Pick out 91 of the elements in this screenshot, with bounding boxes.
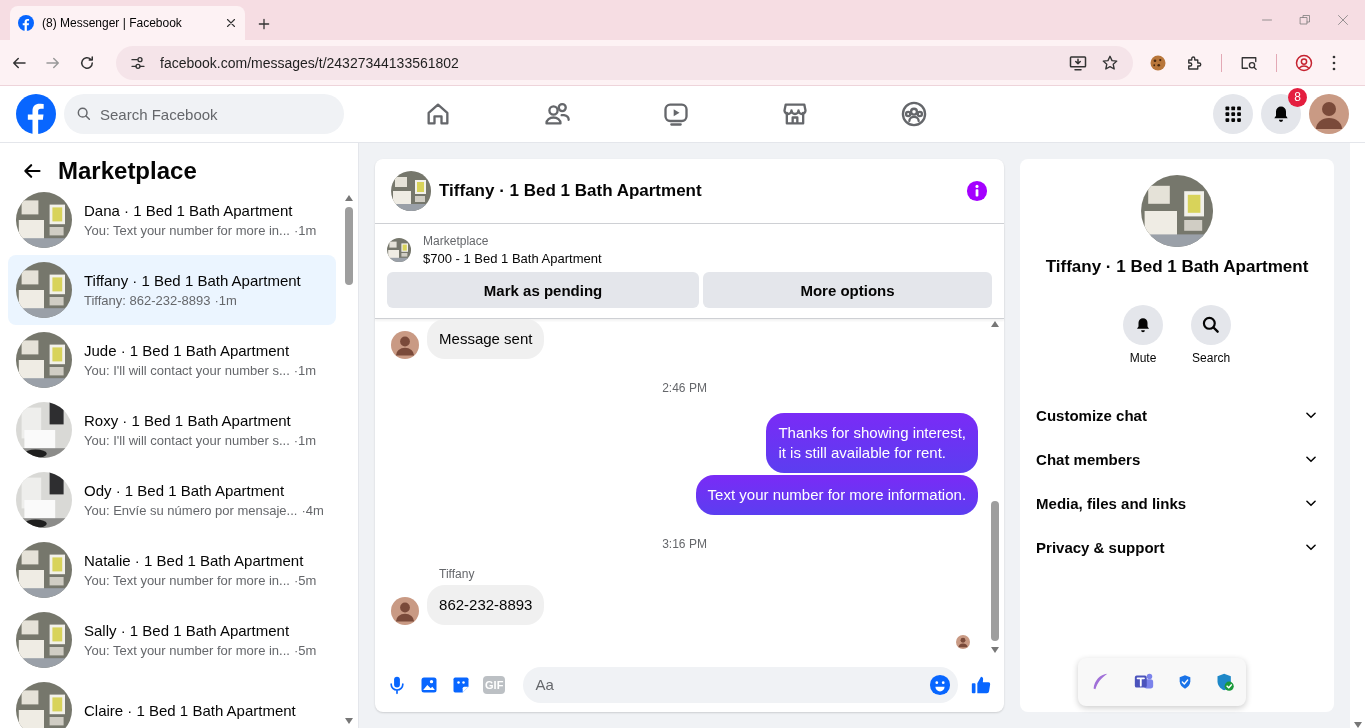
listing-title: $700 - 1 Bed 1 Bath Apartment	[423, 251, 602, 266]
reload-icon[interactable]	[78, 53, 96, 72]
message-timestamp: 3:16 PM	[662, 537, 707, 551]
scroll-down-icon	[345, 718, 354, 724]
scroll-down-icon	[1353, 722, 1362, 728]
scroll-up-icon	[345, 195, 354, 201]
conversation-name: Ody · 1 Bed 1 Bath Apartment	[84, 482, 286, 499]
scroll-down-icon	[991, 647, 1000, 653]
conversation-preview: You: Text your number for more in...	[84, 643, 290, 658]
conversation-name: Sally · 1 Bed 1 Bath Apartment	[84, 622, 291, 639]
conversation-name: Dana · 1 Bed 1 Bath Apartment	[84, 202, 294, 219]
conversation-preview: Tiffany: 862-232-8893	[84, 293, 211, 308]
scrollbar[interactable]	[1350, 143, 1365, 728]
read-receipt-icon	[956, 635, 971, 649]
conversation-item[interactable]: Ody · 1 Bed 1 Bath Apartment You: Envíe su número por mensaje... ·4m	[8, 465, 337, 535]
conversation-time: ·1m	[293, 223, 317, 238]
listing-source: Marketplace	[423, 234, 490, 248]
avatar-icon	[391, 597, 420, 625]
menu-button[interactable]	[1213, 94, 1253, 134]
conversation-name: Claire · 1 Bed 1 Bath Apartment	[84, 701, 296, 719]
conversation-preview: You: Text your number for more in...	[84, 573, 290, 588]
groups-icon[interactable]	[900, 100, 928, 128]
conversation-item[interactable]: Claire · 1 Bed 1 Bath Apartment	[8, 675, 337, 728]
conversation-preview: You: I'll will contact your number s...	[84, 433, 290, 448]
section-title[interactable]: Customize chat	[1036, 406, 1147, 424]
received-message: 862-232-8893	[427, 585, 545, 625]
message-timestamp: 2:46 PM	[662, 381, 707, 395]
scroll-up-icon	[991, 321, 1000, 327]
conversation-time: ·1m	[214, 293, 237, 308]
close-icon[interactable]	[225, 17, 237, 29]
cookie-icon[interactable]	[1149, 53, 1167, 72]
info-icon[interactable]	[966, 180, 989, 202]
conversation-name: Tiffany · 1 Bed 1 Bath Apartment	[84, 272, 301, 289]
profile-icon[interactable]	[1295, 53, 1313, 72]
scrollbar-thumb[interactable]	[345, 207, 354, 285]
facebook-logo-icon[interactable]	[16, 94, 56, 134]
star-icon[interactable]	[1101, 53, 1119, 72]
conversation-preview: You: Text your number for more in...	[84, 223, 290, 238]
section-title[interactable]: Privacy & support	[1036, 538, 1165, 556]
sent-message: Thanks for showing interest, it is still available for rent.	[766, 413, 979, 473]
sent-message: Text your number for more information.	[695, 475, 979, 515]
search-field[interactable]: Search Facebook	[64, 94, 344, 134]
action-button[interactable]: More options	[703, 272, 993, 308]
restore-icon[interactable]	[1299, 14, 1311, 26]
received-message: Message sent	[427, 319, 545, 359]
message-field[interactable]: Aa	[523, 666, 959, 703]
shield-icon[interactable]	[1177, 674, 1193, 690]
browser-tab[interactable]: (8) Messenger | Facebook	[10, 6, 245, 40]
conversation-time: ·1m	[293, 433, 317, 448]
sidebar-title: Marketplace	[58, 157, 197, 185]
contact-name: Tiffany · 1 Bed 1 Bath Apartment	[1045, 257, 1309, 277]
avatar-icon	[1309, 94, 1349, 134]
search-icon	[1201, 315, 1222, 335]
account-button[interactable]	[1309, 94, 1349, 134]
grid-icon	[1223, 104, 1243, 124]
notification-count: 8	[1288, 88, 1307, 107]
conversation-preview: You: Envíe su número por mensaje...	[84, 503, 298, 518]
avatar-icon	[391, 331, 420, 359]
conversation-time: ·1m	[293, 363, 317, 378]
chat-title: Tiffany · 1 Bed 1 Bath Apartment	[439, 181, 703, 201]
conversation-time: ·5m	[293, 573, 317, 588]
conversation-item[interactable]: Sally · 1 Bed 1 Bath Apartment You: Text your number for more in... ·5m	[8, 605, 337, 675]
conversation-name: Roxy · 1 Bed 1 Bath Apartment	[84, 412, 292, 429]
conversation-item[interactable]: Roxy · 1 Bed 1 Bath Apartment You: I'll will contact your number s... ·1m	[8, 395, 337, 465]
conversation-name: Jude · 1 Bed 1 Bath Apartment	[84, 342, 291, 359]
action-button[interactable]: Mark as pending	[387, 272, 700, 308]
scrollbar-thumb[interactable]	[991, 501, 1000, 641]
facebook-logo-icon	[18, 15, 34, 31]
conversation-item[interactable]: Natalie · 1 Bed 1 Bath Apartment You: Text your number for more in... ·5m	[8, 535, 337, 605]
search-icon	[76, 106, 92, 122]
conversation-time: ·5m	[293, 643, 317, 658]
conversation-time: ·4m	[301, 503, 324, 518]
conversation-item[interactable]: Dana · 1 Bed 1 Bath Apartment You: Text your number for more in... ·1m	[8, 185, 337, 255]
friends-icon[interactable]	[543, 100, 571, 128]
puzzle-icon[interactable]	[1185, 53, 1203, 72]
site-settings-icon[interactable]	[130, 54, 146, 71]
notifications-button[interactable]	[1261, 94, 1301, 134]
install-icon[interactable]	[1069, 53, 1087, 72]
section-title[interactable]: Chat members	[1036, 450, 1141, 468]
section-title[interactable]: Media, files and links	[1036, 494, 1187, 512]
shield-check-icon[interactable]	[1215, 672, 1235, 692]
sender-name: Tiffany	[439, 567, 476, 581]
plus-icon[interactable]	[257, 17, 271, 31]
conversation-name: Natalie · 1 Bed 1 Bath Apartment	[84, 552, 305, 569]
conversation-preview: You: I'll will contact your number s...	[84, 363, 290, 378]
conversation-item[interactable]: Jude · 1 Bed 1 Bath Apartment You: I'll will contact your number s... ·1m	[8, 325, 337, 395]
conversation-item[interactable]: Tiffany · 1 Bed 1 Bath Apartment Tiffany: 862-232-8893 ·1m	[8, 255, 337, 325]
more-menu-icon[interactable]	[1331, 53, 1337, 72]
back-arrow-icon[interactable]	[22, 161, 42, 181]
address-bar[interactable]: facebook.com/messages/t/24327344133561802	[116, 45, 1133, 80]
emoji-icon[interactable]	[929, 673, 952, 696]
